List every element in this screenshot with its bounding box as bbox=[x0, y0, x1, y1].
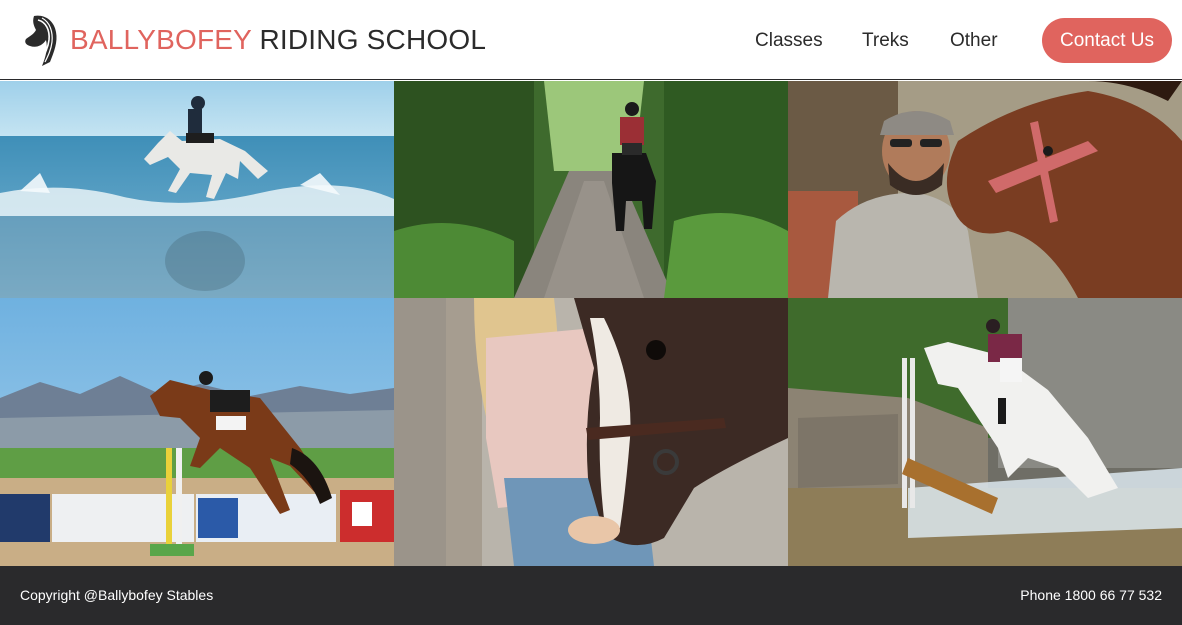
contact-us-button[interactable]: Contact Us bbox=[1042, 18, 1172, 63]
show-jumping-photo bbox=[0, 298, 394, 566]
site-header: BALLYBOFEY RIDING SCHOOL Classes Treks O… bbox=[0, 0, 1182, 80]
copyright-text: Copyright @Ballybofey Stables bbox=[20, 587, 214, 603]
phone-number[interactable]: Phone 1800 66 77 532 bbox=[1020, 587, 1162, 603]
beach-gallop-photo bbox=[0, 81, 394, 298]
nav-link-treks[interactable]: Treks bbox=[862, 30, 909, 52]
brand-name-accent: BALLYBOFEY bbox=[70, 24, 252, 55]
cross-country-water-photo bbox=[788, 298, 1182, 566]
site-footer: Copyright @Ballybofey Stables Phone 1800… bbox=[0, 566, 1182, 625]
girl-with-horse-photo bbox=[394, 298, 788, 566]
nav-link-classes[interactable]: Classes bbox=[755, 30, 823, 52]
brand-name[interactable]: BALLYBOFEY RIDING SCHOOL bbox=[70, 24, 486, 56]
nav-link-other[interactable]: Other bbox=[950, 30, 998, 52]
forest-trail-photo bbox=[394, 81, 788, 298]
horse-head-icon[interactable] bbox=[20, 12, 62, 68]
photo-gallery bbox=[0, 81, 1182, 566]
man-with-horse-photo bbox=[788, 81, 1182, 298]
brand-name-rest: RIDING SCHOOL bbox=[259, 24, 487, 55]
